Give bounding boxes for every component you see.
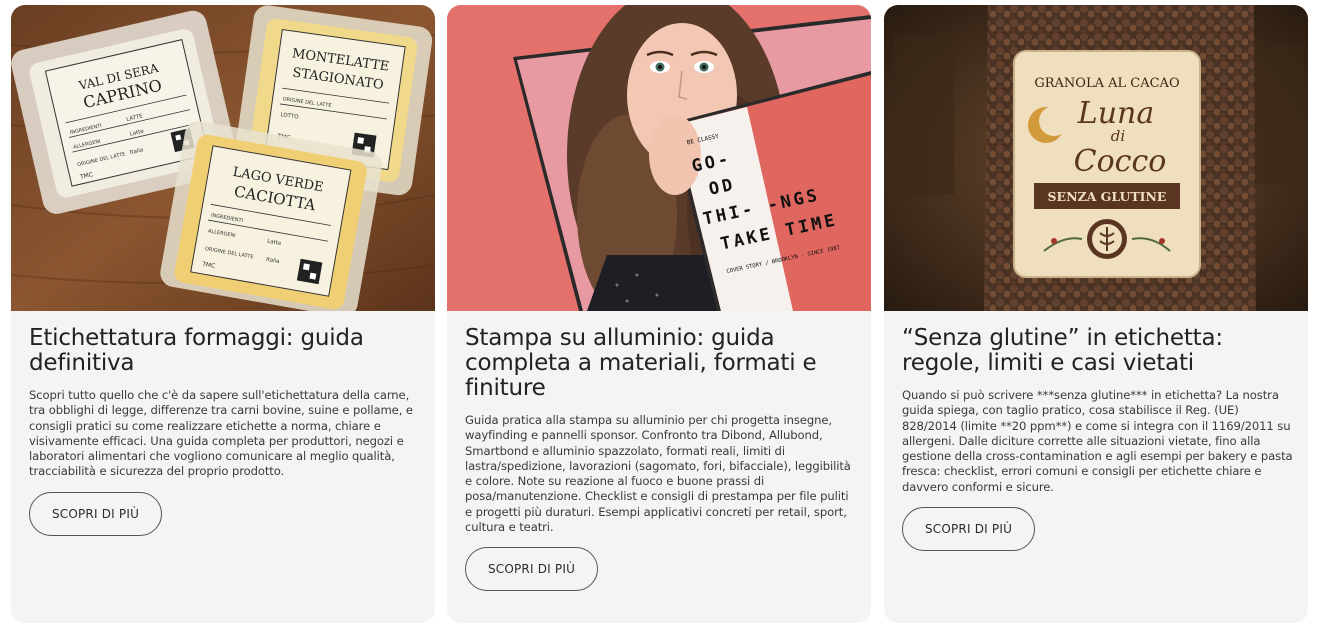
article-title[interactable]: “Senza glutine” in etichetta: regole, li… — [902, 326, 1294, 376]
discover-more-button[interactable]: SCOPRI DI PIÙ — [29, 491, 162, 536]
magazine-cover-image[interactable]: BE CLASSY GO- OD THI- -NGS TAKE TIME COV… — [447, 5, 871, 311]
discover-more-button[interactable]: SCOPRI DI PIÙ — [902, 507, 1035, 552]
card-body: Stampa su alluminio: guida completa a ma… — [465, 326, 857, 592]
article-description: Scopri tutto quello che c'è da sapere su… — [29, 388, 413, 479]
granola-brand-2: di — [1111, 127, 1126, 145]
article-title[interactable]: Etichettatura formaggi: guida definitiva — [29, 326, 421, 376]
granola-label-top: GRANOLA AL CACAO — [1034, 76, 1179, 91]
card-body: Etichettatura formaggi: guida definitiva… — [29, 326, 421, 536]
granola-bag-image[interactable]: GRANOLA AL CACAO Luna di Cocco SENZA GLU… — [884, 5, 1308, 311]
article-title[interactable]: Stampa su alluminio: guida completa a ma… — [465, 326, 857, 401]
article-description: Guida pratica alla stampa su alluminio p… — [465, 413, 851, 535]
cheese-packages-image[interactable]: VAL DI SERA CAPRINO INGREDIENTI LATTE AL… — [11, 5, 435, 311]
article-card-cheese-labeling[interactable]: VAL DI SERA CAPRINO INGREDIENTI LATTE AL… — [11, 5, 435, 623]
discover-more-button[interactable]: SCOPRI DI PIÙ — [465, 547, 598, 592]
granola-brand-3: Cocco — [1074, 144, 1167, 179]
article-description: Quando si può scrivere ***senza glutine*… — [902, 388, 1293, 494]
articles-grid: VAL DI SERA CAPRINO INGREDIENTI LATTE AL… — [11, 5, 1308, 623]
article-card-gluten-free[interactable]: GRANOLA AL CACAO Luna di Cocco SENZA GLU… — [884, 5, 1308, 623]
card-body: “Senza glutine” in etichetta: regole, li… — [902, 326, 1294, 552]
gluten-free-badge: SENZA GLUTINE — [1048, 189, 1167, 204]
granola-brand-1: Luna — [1077, 96, 1154, 131]
article-card-aluminum-printing[interactable]: BE CLASSY GO- OD THI- -NGS TAKE TIME COV… — [447, 5, 871, 623]
